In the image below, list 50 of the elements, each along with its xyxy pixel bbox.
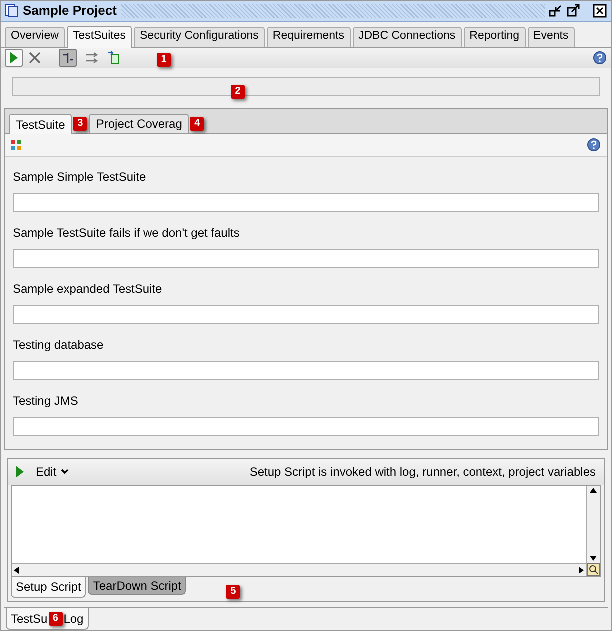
tab[interactable]: Requirements bbox=[266, 26, 350, 46]
right-arrow-icon[interactable] bbox=[579, 566, 584, 574]
sequential-toggle[interactable] bbox=[59, 48, 77, 67]
callout-badge: 4 bbox=[190, 117, 204, 131]
callout-badge: 3 bbox=[73, 117, 88, 131]
down-arrow-icon[interactable] bbox=[590, 556, 597, 561]
test-suite-name[interactable]: Testing JMS bbox=[13, 385, 599, 417]
log-tab-label: TestSu bbox=[11, 610, 48, 628]
close-icon[interactable] bbox=[593, 4, 607, 18]
up-arrow-icon[interactable] bbox=[590, 488, 597, 493]
play-icon bbox=[16, 466, 24, 478]
callout-badge: 5 bbox=[226, 585, 240, 599]
callout-badge: 1 bbox=[157, 52, 171, 67]
maximize-icon[interactable] bbox=[567, 4, 581, 18]
tab[interactable]: Project Coverag bbox=[89, 114, 190, 133]
help-icon[interactable] bbox=[587, 138, 601, 152]
log-tab-label: Log bbox=[64, 610, 84, 628]
project-icon bbox=[5, 4, 19, 18]
edit-menu[interactable]: Edit bbox=[36, 463, 69, 481]
vertical-scrollbar[interactable] bbox=[587, 486, 600, 563]
zoom-icon[interactable] bbox=[587, 563, 600, 576]
callout-badge: 2 bbox=[231, 85, 245, 99]
test-suite-name[interactable]: Testing database bbox=[13, 329, 599, 361]
help-icon[interactable] bbox=[593, 50, 607, 65]
minimize-icon[interactable] bbox=[549, 4, 563, 18]
log-tab[interactable]: TestSu 6 Log bbox=[6, 608, 89, 630]
tab[interactable]: TestSuites bbox=[66, 26, 132, 48]
horizontal-scrollbar[interactable] bbox=[12, 563, 586, 576]
tab[interactable]: Reporting bbox=[464, 26, 526, 46]
tab[interactable]: Overview bbox=[5, 26, 65, 46]
test-suite-name[interactable]: Sample expanded TestSuite bbox=[13, 273, 599, 305]
test-suite-name[interactable]: Sample Simple TestSuite bbox=[13, 161, 599, 193]
left-arrow-icon[interactable] bbox=[14, 566, 19, 574]
tab[interactable]: Events bbox=[528, 26, 575, 46]
tab[interactable]: Setup Script bbox=[11, 577, 86, 598]
play-icon bbox=[10, 52, 18, 64]
tab[interactable]: TestSuite bbox=[9, 114, 72, 134]
tab[interactable]: TearDown Script bbox=[88, 577, 186, 595]
window-title: Sample Project bbox=[23, 2, 117, 20]
tab[interactable]: Security Configurations bbox=[134, 26, 265, 46]
tab[interactable]: JDBC Connections bbox=[352, 26, 462, 46]
cancel-icon[interactable] bbox=[29, 52, 41, 64]
callout-badge: 6 bbox=[48, 612, 63, 626]
parallel-arrows-icon bbox=[85, 52, 99, 64]
run-button[interactable] bbox=[5, 48, 23, 67]
chevron-down-icon bbox=[60, 469, 69, 475]
script-info-text: Setup Script is invoked with log, runner, context, project variables bbox=[250, 464, 596, 481]
grid-icon[interactable] bbox=[11, 140, 22, 150]
add-document-icon[interactable] bbox=[107, 50, 121, 65]
test-suite-name[interactable]: Sample TestSuite fails if we don't get faults bbox=[13, 217, 599, 249]
